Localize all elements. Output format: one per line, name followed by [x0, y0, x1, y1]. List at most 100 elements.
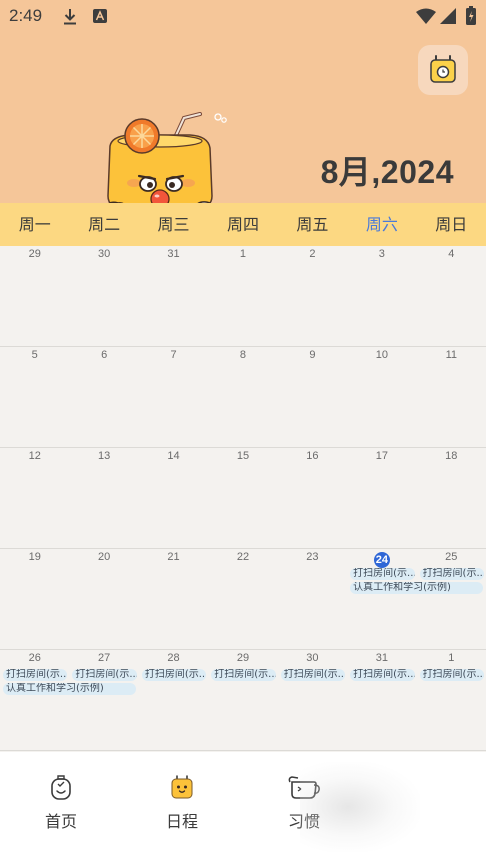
day-number: 11	[445, 349, 457, 361]
day-cell[interactable]: 30 打扫房间(示...	[278, 650, 347, 750]
weekday-label: 周三	[157, 215, 190, 234]
day-cell[interactable]: 1	[208, 246, 277, 346]
day-number: 13	[98, 450, 111, 462]
nav-schedule[interactable]: 日程	[132, 772, 232, 832]
nav-schedule-label: 日程	[165, 812, 198, 831]
day-cell[interactable]: 23	[278, 549, 347, 649]
day-cell[interactable]: 6	[69, 347, 138, 447]
day-cell[interactable]: 2	[278, 246, 347, 346]
event-chip[interactable]: 打扫房间(示...	[72, 669, 137, 681]
day-cell[interactable]: 12	[0, 448, 69, 548]
nav-home[interactable]: 首页	[11, 772, 111, 832]
day-cell[interactable]: 28 打扫房间(示...	[139, 650, 208, 750]
day-cell[interactable]: 18	[417, 448, 486, 548]
day-number: 14	[167, 450, 180, 462]
day-number: 5	[31, 349, 38, 361]
day-number: 22	[236, 551, 250, 563]
day-number: 31	[375, 652, 388, 664]
schedule-icon	[171, 775, 193, 799]
day-cell[interactable]: 25 打扫房间(示...	[417, 549, 486, 649]
day-cell[interactable]: 10	[347, 347, 416, 447]
day-number: 12	[28, 450, 41, 462]
day-cell[interactable]: 8	[208, 347, 277, 447]
event-chip[interactable]: 打扫房间(示...	[419, 669, 484, 681]
day-number: 30	[98, 248, 111, 260]
today-day-number: 24	[373, 552, 390, 568]
wifi-icon	[416, 8, 436, 24]
status-bar: 2:49	[0, 0, 486, 34]
event-chip[interactable]: 打扫房间(示...	[3, 669, 68, 681]
day-number: 2	[309, 248, 316, 260]
day-number: 9	[309, 349, 316, 361]
day-number: 19	[28, 551, 41, 563]
day-cell[interactable]: 7	[139, 347, 208, 447]
day-cell[interactable]: 5	[0, 347, 69, 447]
day-number: 1	[448, 652, 455, 664]
day-cell[interactable]: 19	[0, 549, 69, 649]
multi-day-event-chip[interactable]: 认真工作和学习(示例)	[350, 582, 483, 594]
day-cell[interactable]: 15	[208, 448, 277, 548]
day-cell[interactable]: 13	[69, 448, 138, 548]
day-cell[interactable]: 4	[417, 246, 486, 346]
event-chip[interactable]: 打扫房间(示...	[211, 669, 276, 681]
day-cell[interactable]: 11	[417, 347, 486, 447]
event-chip[interactable]: 打扫房间(示...	[141, 669, 207, 681]
day-number: 4	[448, 248, 455, 260]
orange-juice-mascot	[102, 112, 227, 211]
day-number: 30	[306, 652, 319, 664]
day-number: 6	[101, 349, 108, 361]
day-cell[interactable]: 3	[347, 246, 416, 346]
week-row: 12 13 14 15 16 17 18	[0, 448, 486, 549]
day-cell[interactable]: 29	[0, 246, 69, 346]
day-cell[interactable]: 1 打扫房间(示...	[417, 650, 486, 750]
day-cell[interactable]: 22	[208, 549, 277, 649]
day-cell[interactable]: 14	[139, 448, 208, 548]
calendar-grid: 29 30 31 1 2 3 4 5 6 7 8 9 10 11 12 13 14 15 16 17 18 19 20 21 2…	[0, 246, 486, 751]
event-chip[interactable]: 打扫房间(示...	[350, 568, 415, 580]
day-number: 26	[28, 652, 41, 664]
day-cell[interactable]: 31 打扫房间(示...	[347, 650, 416, 750]
multi-day-event-chip[interactable]: 认真工作和学习(示例)	[3, 683, 136, 695]
bottom-navigation: 首页 日程 习惯	[0, 752, 486, 864]
day-number: 7	[170, 349, 177, 361]
day-number: 18	[445, 450, 458, 462]
a-icon	[93, 9, 107, 23]
day-cell[interactable]: 27 打扫房间(示...	[69, 650, 138, 750]
day-number: 20	[98, 551, 111, 563]
day-cell[interactable]: 24 打扫房间(示...	[347, 549, 416, 649]
day-cell[interactable]: 26 打扫房间(示...	[0, 650, 69, 750]
status-time: 2:49	[9, 6, 43, 25]
day-number: 8	[239, 349, 247, 361]
weekday-label: 周一	[18, 215, 51, 234]
day-cell[interactable]: 17	[347, 448, 416, 548]
nav-home-label: 首页	[44, 812, 77, 831]
event-chip[interactable]: 打扫房间(示...	[350, 669, 415, 681]
calendar-header: 2:49 8月,2024	[0, 0, 486, 211]
weekday-label: 周日	[435, 215, 468, 234]
day-cell[interactable]: 21	[139, 549, 208, 649]
day-cell[interactable]: 20	[69, 549, 138, 649]
touch-ripple	[300, 762, 420, 852]
week-row: 19 20 21 22 23 24 打扫房间(示... 25 打扫房间(示... 认真工作和学习(…	[0, 549, 486, 650]
event-chip[interactable]: 打扫房间(示...	[280, 669, 346, 681]
event-chip[interactable]: 打扫房间(示...	[419, 568, 484, 580]
day-number: 16	[306, 450, 319, 462]
clock-button[interactable]	[418, 45, 468, 95]
day-cell[interactable]: 30	[69, 246, 138, 346]
month-title: 8月,2024	[320, 154, 454, 190]
day-cell[interactable]: 29 打扫房间(示...	[208, 650, 277, 750]
day-cell[interactable]: 16	[278, 448, 347, 548]
day-number: 29	[28, 248, 41, 260]
weekday-label: 周四	[226, 215, 259, 234]
download-icon	[64, 9, 76, 25]
day-number: 23	[306, 551, 319, 563]
weekday-label: 周二	[88, 215, 121, 234]
week-row: 29 30 31 1 2 3 4	[0, 246, 486, 347]
day-number: 25	[445, 551, 458, 563]
day-cell[interactable]: 31	[139, 246, 208, 346]
day-number: 29	[236, 652, 250, 664]
battery-icon	[466, 6, 476, 25]
day-cell[interactable]: 9	[278, 347, 347, 447]
day-number: 21	[167, 551, 180, 563]
week-row: 5 6 7 8 9 10 11	[0, 347, 486, 448]
